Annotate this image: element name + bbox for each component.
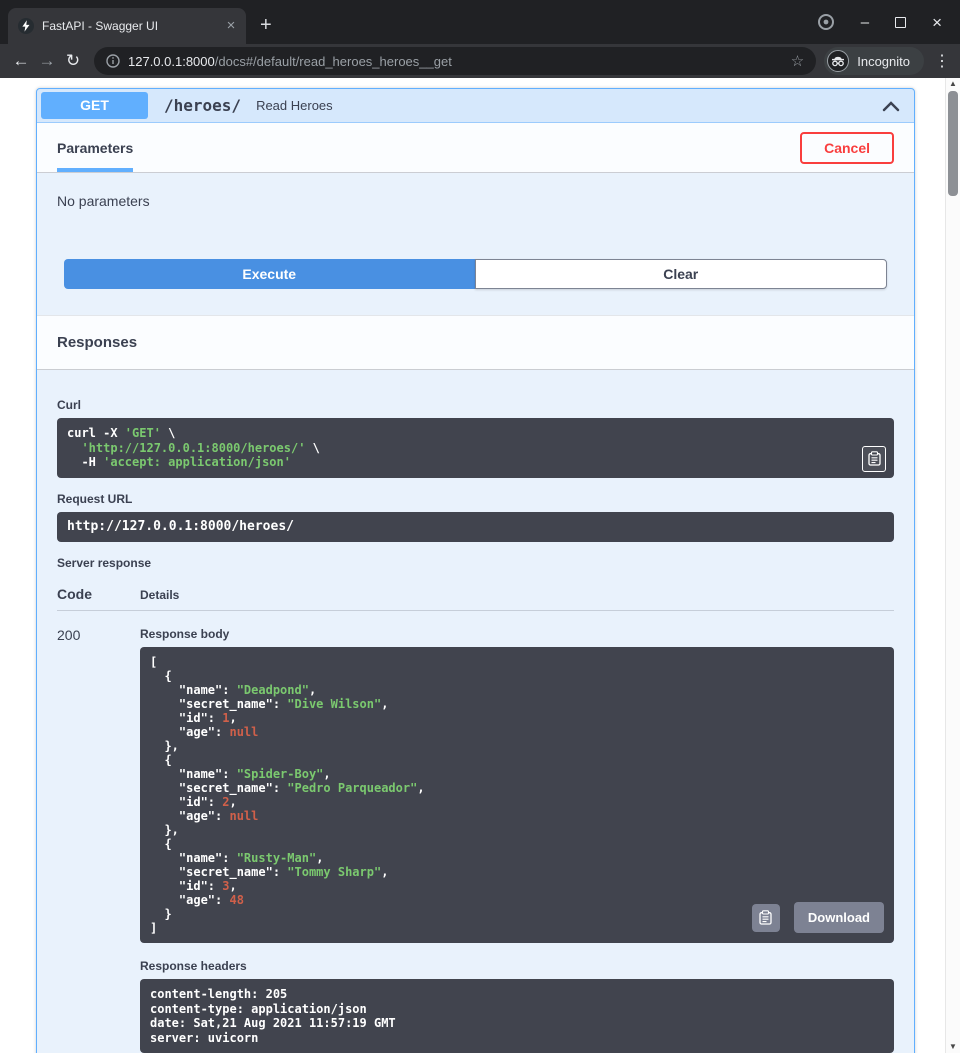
code-column-header: Code [57,586,140,602]
swagger-ui: GET /heroes/ Read Heroes Parameters Canc… [0,78,945,1053]
request-url-block: http://127.0.0.1:8000/heroes/ [57,512,894,543]
details-column-header: Details [140,588,894,602]
scroll-up-icon[interactable]: ▲ [946,78,960,90]
tab-close-icon[interactable]: × [222,17,240,35]
scroll-down-icon[interactable]: ▼ [946,1041,960,1053]
browser-menu-icon[interactable]: ⋮ [932,51,952,71]
response-body-label: Response body [140,627,894,641]
site-info-icon[interactable] [106,54,120,68]
browser-tab[interactable]: FastAPI - Swagger UI × [8,8,246,44]
incognito-label: Incognito [857,54,910,69]
response-body-actions: Download [752,902,884,933]
response-headers-text: content-length: 205 content-type: applic… [140,979,894,1053]
curl-label: Curl [57,398,894,412]
bookmark-star-icon[interactable]: ☆ [791,52,804,70]
execute-button[interactable]: Execute [64,259,475,289]
responses-header: Responses [37,315,914,370]
clear-button[interactable]: Clear [475,259,888,289]
response-table-header: Code Details [57,576,894,611]
page-content: GET /heroes/ Read Heroes Parameters Canc… [0,78,960,1053]
endpoint-path: /heroes/ [164,96,241,115]
server-response-label: Server response [57,556,894,570]
responses-title: Responses [57,334,137,351]
request-url-value: http://127.0.0.1:8000/heroes/ [57,512,894,543]
parameters-header: Parameters Cancel [37,123,914,173]
window-minimize-button[interactable]: – [861,15,869,30]
window-maximize-button[interactable] [895,17,906,28]
incognito-badge: Incognito [824,47,924,75]
opblock-get-heroes: GET /heroes/ Read Heroes Parameters Canc… [36,88,915,1053]
collapse-chevron-icon[interactable] [882,100,900,112]
request-url-label: Request URL [57,492,894,506]
cancel-button[interactable]: Cancel [800,132,894,164]
status-code: 200 [57,627,140,1053]
copy-curl-button[interactable] [862,446,886,472]
copy-response-button[interactable] [752,904,780,932]
curl-command: curl -X 'GET' \ 'http://127.0.0.1:8000/h… [57,418,894,478]
curl-block: curl -X 'GET' \ 'http://127.0.0.1:8000/h… [57,418,894,478]
response-body-json: [ { "name": "Deadpond", "secret_name": "… [140,647,894,943]
fastapi-favicon-icon [18,18,34,34]
opblock-summary[interactable]: GET /heroes/ Read Heroes [37,89,914,123]
url-bar[interactable]: 127.0.0.1:8000/docs#/default/read_heroes… [94,47,816,75]
browser-window: FastAPI - Swagger UI × + – × ← → ↻ 127.0… [0,0,960,1053]
method-badge: GET [41,92,148,119]
responses-content: Curl curl -X 'GET' \ 'http://127.0.0.1:8… [37,370,914,1053]
response-details: Response body [ { "name": "Deadpond", "s… [140,627,894,1053]
download-button[interactable]: Download [794,902,884,933]
window-controls: – × [817,13,960,31]
back-icon[interactable]: ← [8,51,34,71]
tab-parameters[interactable]: Parameters [57,123,133,172]
response-headers-block: content-length: 205 content-type: applic… [140,979,894,1053]
page-scrollbar[interactable]: ▲ ▼ [945,78,960,1053]
incognito-icon [827,50,849,72]
execute-row: Execute Clear [37,259,914,315]
no-parameters-text: No parameters [37,173,914,259]
tab-strip: FastAPI - Swagger UI × + – × [0,0,960,44]
browser-toolbar: ← → ↻ 127.0.0.1:8000/docs#/default/read_… [0,44,960,78]
window-close-button[interactable]: × [932,14,942,31]
new-tab-button[interactable]: + [260,15,272,35]
browser-update-icon[interactable] [817,13,835,31]
url-path: /docs#/default/read_heroes_heroes__get [215,54,452,69]
reload-icon[interactable]: ↻ [60,51,86,71]
tab-title: FastAPI - Swagger UI [42,19,222,33]
response-row: 200 Response body [ { "name": "Deadpond"… [57,611,894,1053]
response-headers-label: Response headers [140,959,894,973]
forward-icon[interactable]: → [34,51,60,71]
scrollbar-thumb[interactable] [948,91,958,196]
endpoint-summary: Read Heroes [256,98,333,113]
response-body-block: [ { "name": "Deadpond", "secret_name": "… [140,647,894,943]
url-host: 127.0.0.1:8000 [128,54,215,69]
